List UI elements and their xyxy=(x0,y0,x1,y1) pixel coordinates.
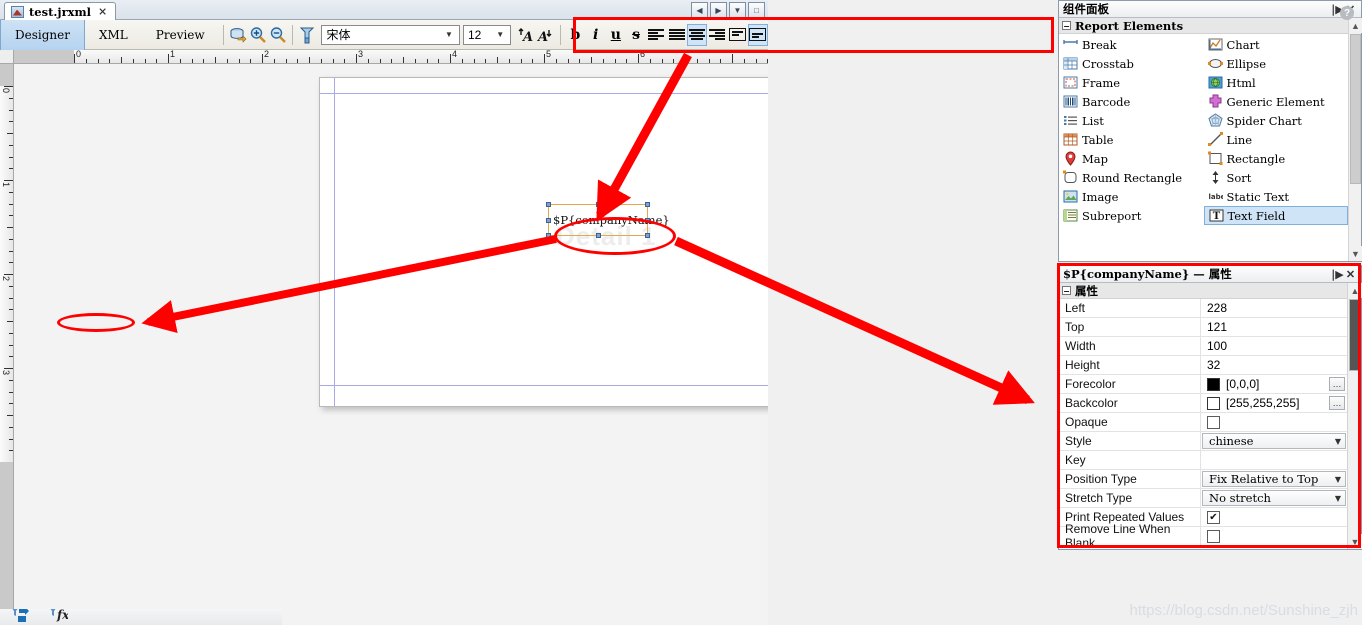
arrow-element-to-properties xyxy=(674,236,1035,405)
annotation-arrows xyxy=(141,52,1035,405)
arrow-element-to-tree xyxy=(141,235,557,334)
jasper-studio-window: Report Inspector ◀| ✕ JASPER_REPORTREPOR… xyxy=(0,0,1362,625)
arrow-toolbar-to-element xyxy=(596,52,692,222)
